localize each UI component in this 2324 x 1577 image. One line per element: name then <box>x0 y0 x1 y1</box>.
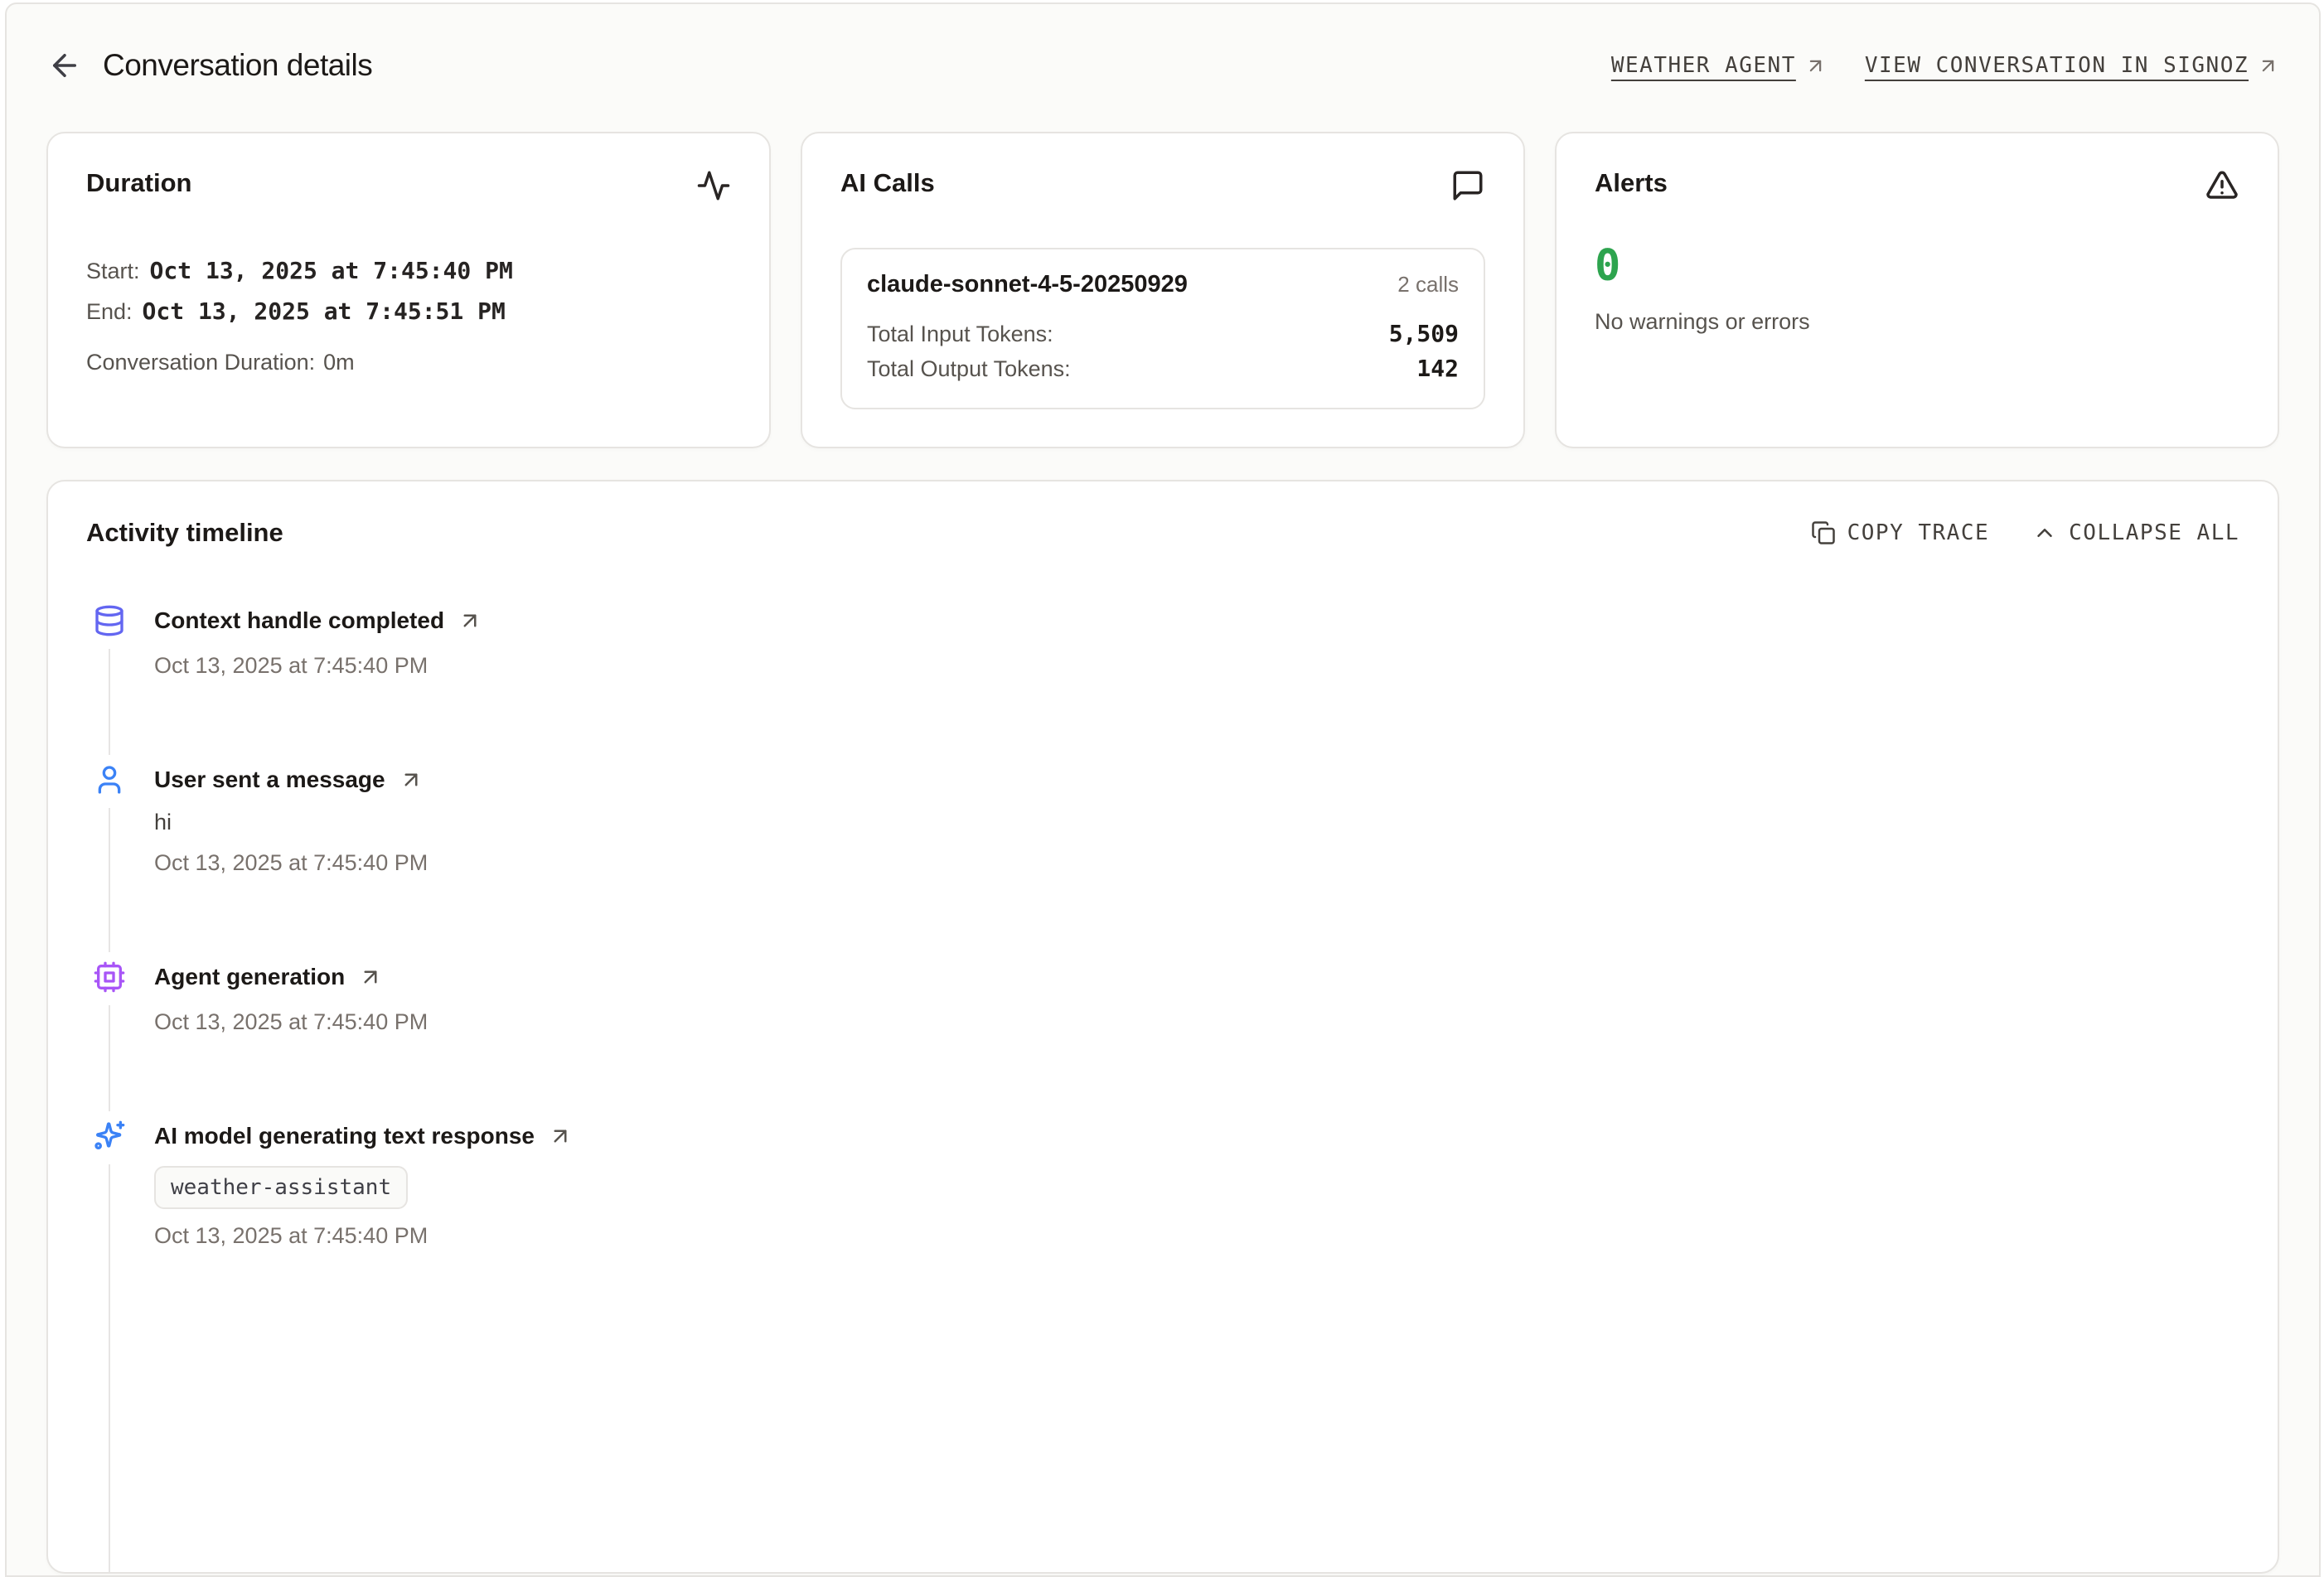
copy-trace-label: COPY TRACE <box>1847 520 1990 545</box>
page-container: Conversation details WEATHER AGENT VIEW … <box>5 2 2321 1577</box>
view-conversation-signoz-link-label: VIEW CONVERSATION IN SIGNOZ <box>1865 53 2249 78</box>
back-button[interactable] <box>46 47 83 84</box>
copy-trace-button[interactable]: COPY TRACE <box>1811 520 1990 545</box>
arrow-up-right-icon <box>548 1124 573 1149</box>
collapse-all-label: COLLAPSE ALL <box>2069 520 2239 545</box>
conversation-duration-value: 0m <box>323 350 355 375</box>
alerts-message: No warnings or errors <box>1595 309 2239 335</box>
timeline-event-agent-generation: Agent generation Oct 13, 2025 at 7:45:40… <box>91 959 2239 1118</box>
header-links: WEATHER AGENT VIEW CONVERSATION IN SIGNO… <box>1611 53 2279 78</box>
message-square-icon <box>1450 168 1485 203</box>
sparkles-icon <box>91 1118 128 1154</box>
alert-triangle-icon <box>2205 168 2239 203</box>
activity-timeline-title: Activity timeline <box>86 518 283 548</box>
total-input-tokens-label: Total Input Tokens: <box>867 317 1053 351</box>
event-title: AI model generating text response <box>154 1118 535 1154</box>
event-title: User sent a message <box>154 762 385 798</box>
timeline-connector <box>109 1005 110 1111</box>
cpu-icon <box>91 959 128 995</box>
timeline-connector <box>109 1164 110 1574</box>
model-call-count: 2 calls <box>1397 272 1459 298</box>
arrow-up-right-icon <box>399 767 424 792</box>
event-timestamp: Oct 13, 2025 at 7:45:40 PM <box>154 1009 2239 1035</box>
page-title: Conversation details <box>103 48 372 83</box>
duration-start-row: Start: Oct 13, 2025 at 7:45:40 PM <box>86 253 731 293</box>
timeline-connector <box>109 808 110 952</box>
duration-card-title: Duration <box>86 168 191 198</box>
event-timestamp: Oct 13, 2025 at 7:45:40 PM <box>154 652 2239 679</box>
ai-calls-card: AI Calls claude-sonnet-4-5-20250929 2 ca… <box>801 132 1525 448</box>
user-icon <box>91 762 128 798</box>
arrow-up-right-icon <box>2257 55 2279 77</box>
start-label: Start: <box>86 259 140 283</box>
alerts-count: 0 <box>1595 244 2239 288</box>
arrow-left-icon <box>47 48 82 83</box>
duration-end-row: End: Oct 13, 2025 at 7:45:51 PM <box>86 293 731 334</box>
event-title-link[interactable]: AI model generating text response <box>154 1118 2239 1154</box>
end-label: End: <box>86 299 133 324</box>
timeline-event-ai-text-response: AI model generating text response weathe… <box>91 1118 2239 1332</box>
timeline-connector <box>109 649 110 755</box>
event-title-link[interactable]: User sent a message <box>154 762 2239 798</box>
event-message-body: hi <box>154 808 2239 836</box>
page-header: Conversation details WEATHER AGENT VIEW … <box>46 47 2279 84</box>
event-timestamp: Oct 13, 2025 at 7:45:40 PM <box>154 849 2239 876</box>
event-title: Agent generation <box>154 959 345 995</box>
ai-calls-card-title: AI Calls <box>840 168 935 198</box>
total-input-tokens-value: 5,509 <box>1389 317 1459 351</box>
stat-cards-row: Duration Start: Oct 13, 2025 at 7:45:40 P… <box>46 132 2279 448</box>
end-value: Oct 13, 2025 at 7:45:51 PM <box>143 298 506 325</box>
activity-timeline-card: Activity timeline COPY TRACE COLLAPSE AL… <box>46 480 2279 1574</box>
arrow-up-right-icon <box>458 608 482 633</box>
agent-name-badge: weather-assistant <box>154 1166 408 1209</box>
arrow-up-right-icon <box>1804 55 1827 77</box>
duration-card: Duration Start: Oct 13, 2025 at 7:45:40 P… <box>46 132 771 448</box>
timeline-list: Context handle completed Oct 13, 2025 at… <box>91 602 2239 1332</box>
model-name: claude-sonnet-4-5-20250929 <box>867 271 1188 298</box>
timeline-event-user-message: User sent a message hi Oct 13, 2025 at 7… <box>91 762 2239 959</box>
weather-agent-link-label: WEATHER AGENT <box>1611 53 1796 78</box>
copy-icon <box>1811 520 1836 545</box>
weather-agent-link[interactable]: WEATHER AGENT <box>1611 53 1827 78</box>
alerts-card-title: Alerts <box>1595 168 1668 198</box>
conversation-duration-label: Conversation Duration: <box>86 350 315 375</box>
chevron-up-icon <box>2032 520 2057 545</box>
timeline-event-context-handle: Context handle completed Oct 13, 2025 at… <box>91 602 2239 762</box>
conversation-duration-row: Conversation Duration: 0m <box>86 346 731 383</box>
event-timestamp: Oct 13, 2025 at 7:45:40 PM <box>154 1222 2239 1249</box>
event-title: Context handle completed <box>154 602 444 639</box>
database-icon <box>91 602 128 639</box>
alerts-card: Alerts 0 No warnings or errors <box>1555 132 2279 448</box>
total-output-tokens-value: 142 <box>1416 351 1459 386</box>
start-value: Oct 13, 2025 at 7:45:40 PM <box>150 257 513 284</box>
activity-pulse-icon <box>696 168 731 203</box>
event-title-link[interactable]: Agent generation <box>154 959 2239 995</box>
model-usage-card: claude-sonnet-4-5-20250929 2 calls Total… <box>840 248 1485 409</box>
view-conversation-signoz-link[interactable]: VIEW CONVERSATION IN SIGNOZ <box>1865 53 2279 78</box>
collapse-all-button[interactable]: COLLAPSE ALL <box>2032 520 2239 545</box>
arrow-up-right-icon <box>358 965 383 989</box>
total-output-tokens-label: Total Output Tokens: <box>867 351 1071 386</box>
event-title-link[interactable]: Context handle completed <box>154 602 2239 639</box>
